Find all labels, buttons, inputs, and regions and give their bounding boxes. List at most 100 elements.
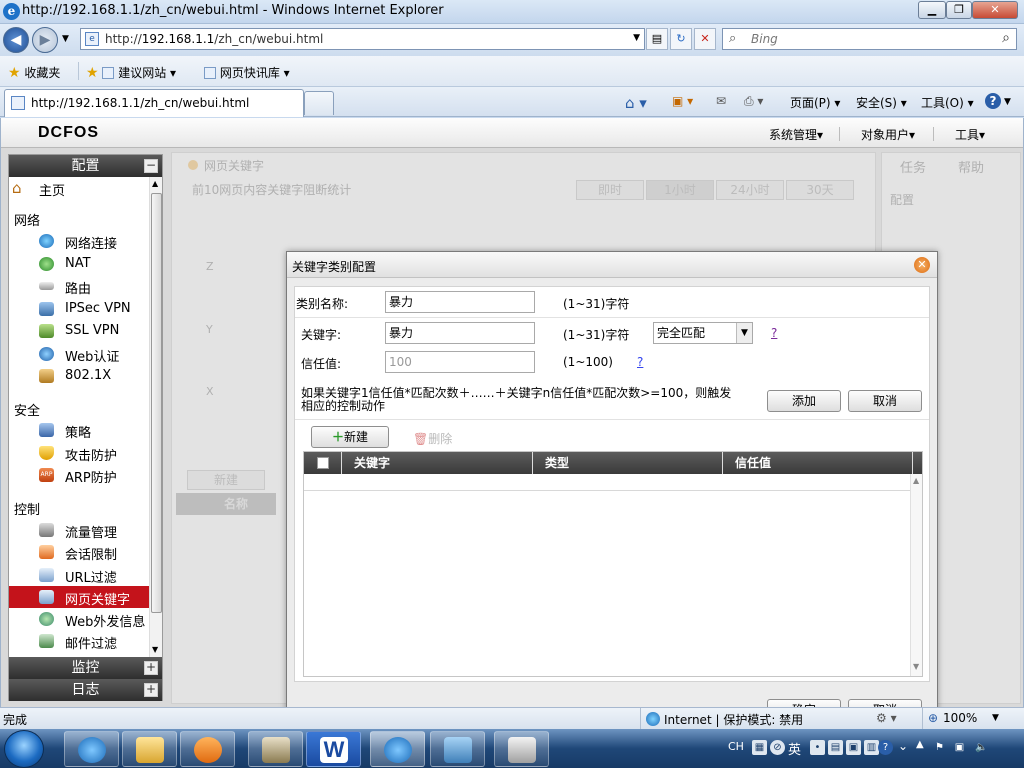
stop-icon[interactable]: ✕ (694, 28, 716, 50)
tools-app-menu[interactable]: 工具▾ (955, 126, 985, 143)
zoom-level[interactable]: 100% (943, 711, 977, 725)
select-all-checkbox[interactable] (317, 457, 329, 469)
tray-options-icon[interactable]: ⌄ (898, 739, 908, 753)
sidebar-item-web-auth[interactable]: Web认证 (9, 343, 149, 365)
keyword-help-link[interactable]: ? (771, 326, 777, 340)
sidebar-scrollbar[interactable]: ▲ ▼ (149, 177, 162, 657)
search-icon[interactable]: ⌕ (1002, 30, 1010, 46)
column-header-keyword[interactable]: 关键字 (342, 452, 533, 474)
page-menu[interactable]: 页面(P) ▾ (790, 94, 840, 111)
suggested-sites-button[interactable]: ★ 建议网站 ▾ (86, 64, 176, 81)
show-hidden-icons[interactable]: ▲ (916, 739, 924, 750)
taskbar-explorer[interactable] (122, 731, 177, 767)
taskbar-wps[interactable]: W (306, 731, 361, 767)
expand-icon[interactable]: + (144, 661, 158, 675)
print-icon[interactable]: ⎙ ▾ (744, 94, 763, 109)
back-icon[interactable]: ◀ (3, 27, 29, 53)
sidebar-item-url-filter[interactable]: URL过滤 (9, 564, 149, 586)
taskbar-ie-active[interactable] (370, 731, 425, 767)
table-scrollbar[interactable]: ▲ ▼ (910, 474, 922, 676)
network-icon[interactable]: ▣ (952, 740, 967, 755)
feeds-icon[interactable]: ▣ ▾ (672, 94, 693, 108)
compatibility-view-icon[interactable]: ▤ (646, 28, 668, 50)
taskbar-ie[interactable] (64, 731, 119, 767)
forward-icon[interactable]: ▶ (32, 27, 58, 53)
column-header-type[interactable]: 类型 (533, 452, 723, 474)
taskbar-picture-viewer[interactable] (430, 731, 485, 767)
protected-mode-icon[interactable]: ⚙ ▾ (876, 711, 897, 725)
ime-tools-icon[interactable]: ▥ (864, 740, 879, 755)
category-name-input[interactable]: 暴力 (385, 291, 535, 313)
sidebar-item-home[interactable]: ⌂ 主页 (9, 177, 149, 199)
refresh-icon[interactable]: ↻ (670, 28, 692, 50)
expand-icon[interactable]: + (144, 683, 158, 697)
objects-users-menu[interactable]: 对象用户▾ (861, 126, 915, 143)
column-header-trust[interactable]: 信任值 (723, 452, 913, 474)
taskbar-app-8[interactable] (494, 731, 549, 767)
ime-help-icon[interactable]: ? (878, 740, 893, 755)
scroll-down-icon[interactable]: ▼ (913, 662, 919, 671)
sidebar-item-mail-filter[interactable]: 邮件过滤 (9, 630, 149, 652)
task-tab[interactable]: 任务 (900, 157, 926, 176)
collapse-icon[interactable]: − (144, 159, 158, 173)
close-window-button[interactable]: ✕ (972, 1, 1018, 19)
punctuation-icon[interactable]: • (810, 740, 825, 755)
sidebar-item-nat[interactable]: NAT (9, 253, 149, 275)
match-type-select[interactable]: 完全匹配 ▼ (653, 322, 753, 344)
chevron-down-icon[interactable]: ▼ (736, 323, 752, 343)
sidebar-item-web-outbound[interactable]: Web外发信息 (9, 608, 149, 630)
sidebar-item-policy[interactable]: 策略 (9, 419, 149, 441)
range-1h-button[interactable]: 1小时 (646, 180, 714, 200)
sidebar-item-arp-defense[interactable]: ARP ARP防护 (9, 464, 149, 486)
taskbar-media-player[interactable] (180, 731, 235, 767)
minimize-button[interactable]: ▁ (918, 1, 946, 19)
sidebar-item-traffic-management[interactable]: 流量管理 (9, 519, 149, 541)
sidebar-config-header[interactable]: 配置 − (9, 155, 162, 177)
start-button[interactable] (4, 730, 44, 768)
address-url[interactable]: http://192.168.1.1/zh_cn/webui.html (105, 32, 323, 46)
ime-english-label[interactable]: 英 (788, 739, 801, 758)
security-zone[interactable]: Internet | 保护模式: 禁用 (664, 711, 803, 728)
new-tab-button[interactable] (304, 91, 334, 115)
web-slice-gallery-button[interactable]: 网页快讯库 ▾ (204, 64, 290, 81)
safety-menu[interactable]: 安全(S) ▾ (856, 94, 907, 111)
tab-webui[interactable]: http://192.168.1.1/zh_cn/webui.html (4, 89, 304, 117)
scroll-up-icon[interactable]: ▲ (913, 476, 919, 485)
help-tab[interactable]: 帮助 (958, 157, 984, 176)
help-dropdown-icon[interactable]: ▼ (1004, 97, 1011, 107)
help-icon[interactable]: ? (985, 93, 1001, 109)
keyword-input[interactable]: 暴力 (385, 322, 535, 344)
sidebar-item-routing[interactable]: 路由 (9, 275, 149, 297)
cancel-add-button[interactable]: 取消 (848, 390, 922, 412)
sidebar-item-ipsec-vpn[interactable]: IPSec VPN (9, 298, 149, 320)
trust-value-input[interactable]: 100 (385, 351, 535, 373)
tools-menu[interactable]: 工具(O) ▾ (921, 94, 974, 111)
range-realtime-button[interactable]: 即时 (576, 180, 644, 200)
soft-keyboard-icon[interactable]: ▤ (828, 740, 843, 755)
sidebar-item-ssl-vpn[interactable]: SSL VPN (9, 320, 149, 342)
bg-new-button[interactable]: 新建 (187, 470, 265, 490)
scroll-up-icon[interactable]: ▲ (152, 179, 158, 188)
sidebar-monitor-header[interactable]: 监控 + (9, 657, 162, 679)
sidebar-item-web-keyword[interactable]: 网页关键字 (9, 586, 149, 608)
taskbar-app-4[interactable] (248, 731, 303, 767)
new-keyword-button[interactable]: ＋新建 (311, 426, 389, 448)
ime-mode-icon[interactable]: ⊘ (770, 740, 785, 755)
sidebar-item-session-limit[interactable]: 会话限制 (9, 541, 149, 563)
zoom-dropdown-icon[interactable]: ▼ (992, 713, 999, 723)
favorites-button[interactable]: ★ 收藏夹 (8, 64, 60, 81)
search-box[interactable]: ⌕ Bing ⌕ (722, 28, 1017, 50)
address-bar[interactable]: e http://192.168.1.1/zh_cn/webui.html ▼ (80, 28, 645, 50)
address-dropdown-icon[interactable]: ▼ (633, 33, 640, 43)
dialog-close-icon[interactable]: ✕ (914, 257, 930, 273)
sidebar-item-attack-defense[interactable]: 攻击防护 (9, 442, 149, 464)
range-24h-button[interactable]: 24小时 (716, 180, 784, 200)
scroll-down-icon[interactable]: ▼ (152, 645, 158, 654)
sidebar-item-network-connection[interactable]: 网络连接 (9, 230, 149, 252)
restore-button[interactable]: ❐ (946, 1, 972, 19)
add-button[interactable]: 添加 (767, 390, 841, 412)
trust-help-link[interactable]: ? (637, 355, 643, 369)
sidebar-item-8021x[interactable]: 802.1X (9, 365, 149, 387)
sidebar-log-header[interactable]: 日志 + (9, 679, 162, 701)
ime-settings-icon[interactable]: ▣ (846, 740, 861, 755)
